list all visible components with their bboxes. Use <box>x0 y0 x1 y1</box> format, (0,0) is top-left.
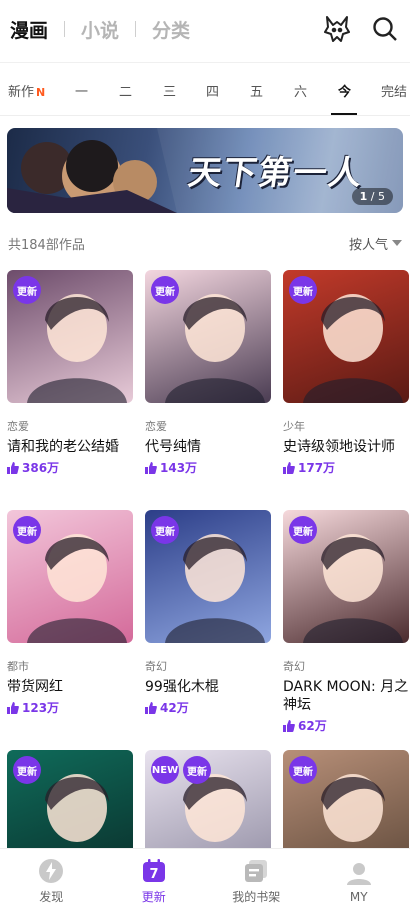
thumbs-up-icon <box>7 461 19 474</box>
comic-title: 史诗级领地设计师 <box>283 439 395 455</box>
comic-genre: 都市 <box>7 660 29 673</box>
comic-title: 代号纯情 <box>145 439 201 455</box>
tab-categories[interactable]: 分类 <box>152 16 190 43</box>
badge-fox-icon[interactable] <box>322 14 352 44</box>
comic-likes: 42万 <box>145 699 271 716</box>
badge-group: 更新 <box>13 756 41 784</box>
comic-cover: 更新 <box>145 510 271 643</box>
new-badge: NEW <box>151 756 179 784</box>
comic-title: 请和我的老公结婚 <box>7 439 119 455</box>
comic-card[interactable]: 更新少年史诗级领地设计师 177万 <box>283 270 409 476</box>
comic-title: DARK MOON: 月之神坛 <box>283 679 409 713</box>
comic-card[interactable]: 更新都市带货网红 123万 <box>7 510 133 716</box>
tab-comics[interactable]: 漫画 <box>10 16 48 43</box>
discover-icon <box>39 859 64 883</box>
comic-title: 带货网红 <box>7 679 63 695</box>
tab-novels[interactable]: 小说 <box>81 16 119 43</box>
badge-group: 更新 <box>151 276 179 304</box>
sort-dropdown[interactable]: 按人气 <box>349 234 402 253</box>
badge-group: NEW 更新 <box>151 756 211 784</box>
bottom-navigation: 发现 7 更新 我的书架 MY <box>0 848 410 914</box>
update-badge: 更新 <box>289 516 317 544</box>
day-tab-wed[interactable]: 三 <box>163 81 176 100</box>
comic-genre: 恋爱 <box>7 420 29 433</box>
badge-group: 更新 <box>151 516 179 544</box>
active-tab-underline <box>331 113 357 115</box>
day-tab-tue[interactable]: 二 <box>119 81 132 100</box>
banner-title: 天下第一人 <box>185 153 367 192</box>
thumbs-up-icon <box>145 701 157 714</box>
update-badge: 更新 <box>13 756 41 784</box>
works-count: 共184部作品 <box>8 237 85 253</box>
list-header: 共184部作品 按人气 <box>0 232 410 254</box>
day-tab-thu[interactable]: 四 <box>206 81 219 100</box>
profile-icon <box>346 862 371 885</box>
weekday-tabs: 新作 N 一 二 三 四 五 六 今 完结 <box>0 62 410 116</box>
update-badge: 更新 <box>289 276 317 304</box>
day-tab-sat[interactable]: 六 <box>294 81 307 100</box>
badge-group: 更新 <box>13 276 41 304</box>
tab-divider <box>135 21 137 37</box>
nav-updates[interactable]: 7 更新 <box>103 849 206 914</box>
comic-card[interactable]: 更新恋爱代号纯情 143万 <box>145 270 271 476</box>
update-badge: 更新 <box>183 756 211 784</box>
comic-cover: 更新 <box>283 270 409 403</box>
comic-likes: 62万 <box>283 717 409 734</box>
badge-group: 更新 <box>289 276 317 304</box>
badge-group: 更新 <box>289 756 317 784</box>
nav-my[interactable]: MY <box>308 849 410 914</box>
thumbs-up-icon <box>283 719 295 732</box>
comic-likes: 177万 <box>283 459 409 476</box>
tab-divider <box>64 21 66 37</box>
comic-card[interactable]: 更新奇幻 99强化木棍 42万 <box>145 510 271 716</box>
search-icon[interactable] <box>370 14 400 44</box>
comic-genre: 奇幻 <box>145 660 167 673</box>
day-tab-mon[interactable]: 一 <box>75 81 88 100</box>
thumbs-up-icon <box>145 461 157 474</box>
nav-discover[interactable]: 发现 <box>0 849 103 914</box>
nav-bookshelf[interactable]: 我的书架 <box>205 849 308 914</box>
comic-likes: 123万 <box>7 699 133 716</box>
comic-card[interactable]: 更新恋爱请和我的老公结婚 386万 <box>7 270 133 476</box>
thumbs-up-icon <box>283 461 295 474</box>
comic-cover: 更新 <box>7 270 133 403</box>
comic-card[interactable]: 更新奇幻 DARK MOON: 月之神坛 62万 <box>283 510 409 734</box>
comic-genre: 奇幻 <box>283 660 305 673</box>
update-badge: 更新 <box>13 516 41 544</box>
badge-group: 更新 <box>289 516 317 544</box>
update-badge: 更新 <box>13 276 41 304</box>
day-tab-completed[interactable]: 完结 <box>381 81 407 100</box>
comic-likes: 143万 <box>145 459 271 476</box>
comic-cover: 更新 <box>145 270 271 403</box>
comic-likes: 386万 <box>7 459 133 476</box>
update-badge: 更新 <box>151 516 179 544</box>
day-tab-today[interactable]: 今 <box>338 81 351 100</box>
comic-cover: 更新 <box>7 510 133 643</box>
bookshelf-icon <box>245 860 268 882</box>
top-header: 漫画 小说 分类 <box>0 0 410 58</box>
new-indicator: N <box>36 86 46 99</box>
comic-cover: 更新 <box>283 510 409 643</box>
chevron-down-icon <box>392 240 402 246</box>
calendar-icon: 7 <box>142 859 165 882</box>
comic-title: 99强化木棍 <box>145 679 219 695</box>
comic-genre: 少年 <box>283 420 305 433</box>
thumbs-up-icon <box>7 701 19 714</box>
badge-group: 更新 <box>13 516 41 544</box>
day-tab-new[interactable]: 新作 N <box>8 81 45 100</box>
update-badge: 更新 <box>151 276 179 304</box>
svg-text:7: 7 <box>149 867 158 882</box>
featured-banner[interactable]: 天下第一人 1 / 5 <box>7 128 403 213</box>
day-tab-fri[interactable]: 五 <box>250 81 263 100</box>
comic-genre: 恋爱 <box>145 420 167 433</box>
update-badge: 更新 <box>289 756 317 784</box>
banner-pager: 1 / 5 <box>351 188 393 205</box>
